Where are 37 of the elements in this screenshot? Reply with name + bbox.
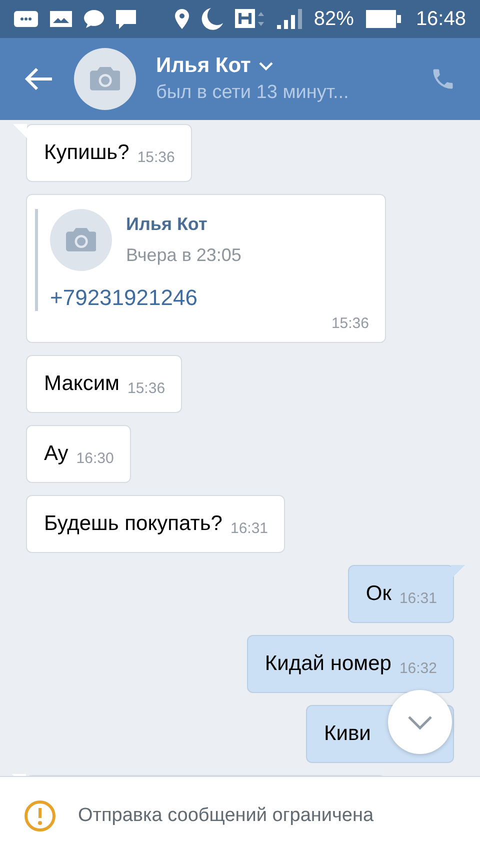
- message-text: Купишь?: [44, 140, 130, 166]
- image-icon: [50, 11, 72, 27]
- message-time: 16:30: [76, 449, 114, 469]
- message-text: Максим: [44, 371, 120, 397]
- location-pin-icon: [174, 9, 189, 29]
- message-text: Ау: [44, 441, 68, 467]
- chat-bubble-icon: [84, 10, 104, 28]
- moon-icon: [200, 8, 223, 30]
- message-time: 15:36: [128, 379, 166, 399]
- contact-name[interactable]: Илья Кот: [156, 54, 251, 78]
- message-time: 16:31: [399, 589, 437, 609]
- phone-link[interactable]: +79231921246: [50, 285, 369, 311]
- battery-icon: [366, 8, 404, 30]
- message-text: Ок: [366, 581, 392, 607]
- message-time: 16:31: [230, 519, 268, 539]
- camera-icon: [66, 228, 96, 252]
- clock-time: 16:48: [416, 8, 466, 30]
- battery-percent: 82%: [314, 8, 354, 30]
- signal-icon: [276, 9, 302, 29]
- chevron-down-icon[interactable]: [258, 62, 273, 70]
- message-time: 16:32: [399, 659, 437, 679]
- camera-icon: [90, 67, 120, 91]
- message-text: Кидай номер: [264, 651, 392, 677]
- message-notification-icon: [14, 11, 38, 27]
- message-time: 15:36: [137, 148, 175, 168]
- comment-icon: [116, 10, 136, 28]
- forward-author: Илья Кот: [126, 214, 208, 235]
- chevron-down-icon: [407, 714, 433, 730]
- message-text: Киви: [324, 721, 371, 747]
- back-arrow-icon[interactable]: [24, 67, 54, 91]
- notice-text: Отправка сообщений ограничена: [78, 804, 374, 826]
- network-type-icon: [234, 9, 265, 29]
- message-text: Будешь покупать?: [44, 511, 222, 537]
- warning-icon: [24, 800, 56, 832]
- forward-date: Вчера в 23:05: [126, 245, 242, 266]
- last-seen-status: был в сети 13 минут...: [156, 82, 350, 104]
- message-time: 15:36: [331, 315, 369, 332]
